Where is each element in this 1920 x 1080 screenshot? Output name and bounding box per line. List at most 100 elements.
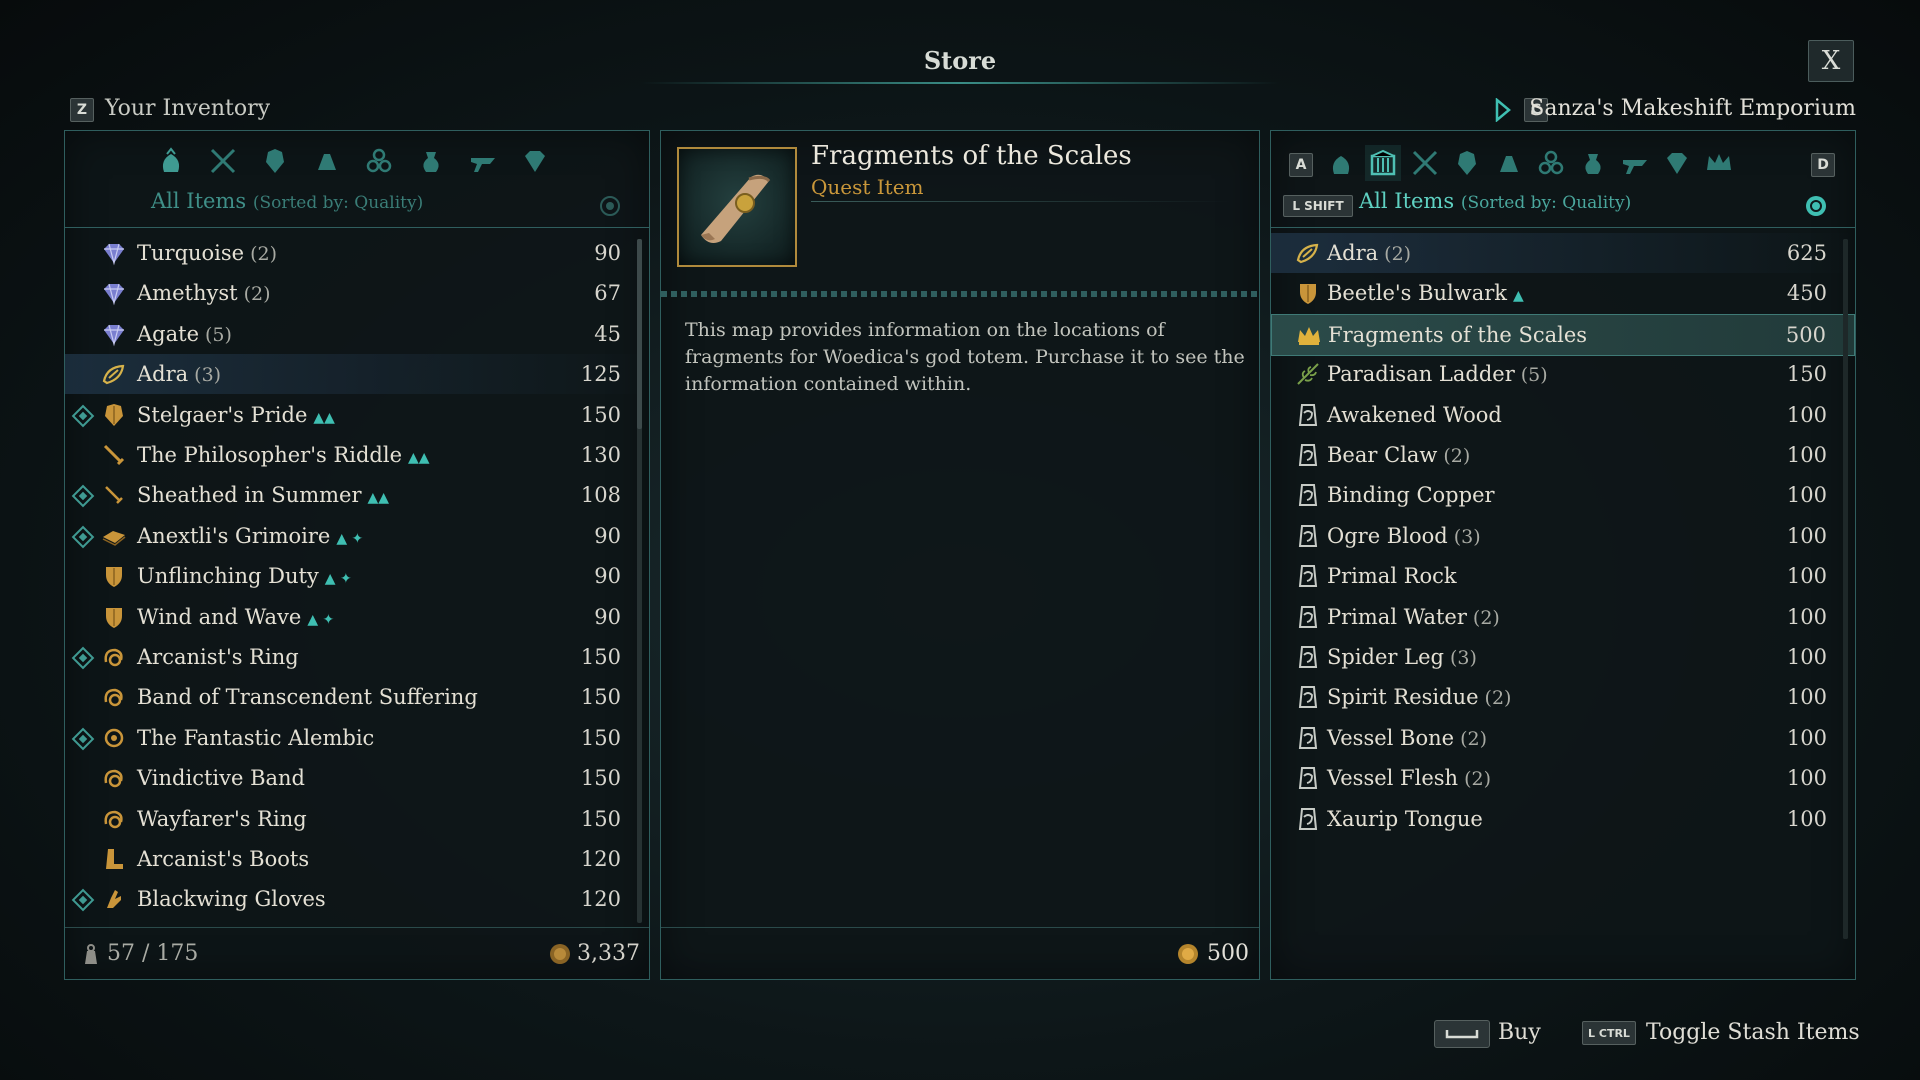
store-filter-row[interactable]: All Items (Sorted by: Quality) [1359,189,1631,213]
store-item-row[interactable]: Beetle's Bulwark ▲ 450 [1271,273,1855,313]
armor-tab-icon[interactable] [1449,145,1485,181]
item-name-text: Amethyst [137,281,238,306]
inventory-item-row[interactable]: Wayfarer's Ring 150 [65,799,649,839]
inventory-item-row[interactable]: Vindictive Band 150 [65,758,649,798]
store-item-row[interactable]: Vessel Flesh (2) 100 [1271,758,1855,798]
weapons-tab-icon[interactable] [205,143,241,179]
inventory-item-row[interactable]: Wind and Wave ▲ ✦ 90 [65,597,649,637]
store-scrollbar[interactable] [1843,239,1848,939]
inventory-item-row[interactable]: Adra (3) 125 [65,354,649,395]
inventory-item-row[interactable]: Unflinching Duty ▲ ✦ 90 [65,556,649,596]
enchantment-pips: ▲ [1513,288,1524,305]
inventory-item-row[interactable]: Turquoise (2) 90 [65,233,649,273]
prev-category-key[interactable]: A [1289,153,1313,177]
store-item-row[interactable]: Paradisan Ladder (5) 150 [1271,354,1855,394]
item-name: Arcanist's Ring [137,645,299,669]
item-price: 100 [1786,564,1827,589]
quest-items-tab-icon[interactable] [1365,145,1401,181]
store-item-row[interactable]: Primal Rock 100 [1271,556,1855,596]
merchant-name: Sanza's Makeshift Emporium [1529,96,1856,121]
inventory-options-icon[interactable] [599,195,621,221]
crown-tab-icon[interactable] [1701,145,1737,181]
inventory-item-row[interactable]: Blackwing Gloves 120 [65,879,649,919]
enchantment-pips: ▲ ✦ [307,611,335,628]
store-options-icon[interactable] [1805,195,1827,221]
item-name: Adra (3) [137,362,221,386]
inventory-sort-label: (Sorted by: Quality) [252,193,424,213]
close-button[interactable]: X [1808,40,1854,82]
panel-divider [1271,227,1855,228]
inventory-item-row[interactable]: Band of Transcendent Suffering 150 [65,677,649,717]
clothing-tab-icon[interactable] [309,143,345,179]
item-name: Vindictive Band [137,766,305,790]
inventory-item-row[interactable]: The Philosopher's Riddle ▲▲ 130 [65,435,649,475]
buy-button[interactable]: Buy [1498,1020,1541,1045]
inventory-item-row[interactable]: The Fantastic Alembic 150 [65,718,649,758]
item-name: Sheathed in Summer ▲▲ [137,483,389,507]
store-item-row[interactable]: Spirit Residue (2) 100 [1271,677,1855,717]
inventory-item-row[interactable]: Arcanist's Ring 150 [65,637,649,677]
weapons-tab-icon[interactable] [1407,145,1443,181]
gem-icon [99,319,129,349]
store-title: Store [923,46,997,75]
item-name-text: Arcanist's Ring [137,645,299,669]
inventory-item-row[interactable]: Agate (5) 45 [65,314,649,354]
ingredient-icon [1293,440,1323,470]
item-name: Primal Water (2) [1327,605,1500,629]
accessories-tab-icon[interactable] [1533,145,1569,181]
store-category-tabs [1323,145,1737,181]
item-price: 100 [1786,645,1827,669]
armor-tab-icon[interactable] [257,143,293,179]
item-name: Binding Copper [1327,483,1495,507]
item-quantity: (2) [1460,727,1487,750]
store-item-row[interactable]: Spider Leg (3) 100 [1271,637,1855,677]
gems-tab-icon[interactable] [517,143,553,179]
store-item-row[interactable]: Fragments of the Scales 500 [1271,313,1855,356]
inventory-item-row[interactable]: Arcanist's Boots 120 [65,839,649,879]
item-name-text: Arcanist's Boots [137,847,310,871]
item-price: 90 [594,241,621,265]
item-quantity: (2) [1472,606,1500,629]
store-item-row[interactable]: Ogre Blood (3) 100 [1271,516,1855,556]
store-item-row[interactable]: Primal Water (2) 100 [1271,597,1855,637]
consumables-tab-icon[interactable] [1575,145,1611,181]
item-name: Arcanist's Boots [137,847,309,871]
clothing-tab-icon[interactable] [1491,145,1527,181]
item-quantity: (2) [1443,445,1471,467]
item-price: 100 [1786,725,1827,750]
inventory-scrollbar[interactable] [637,239,642,923]
space-key-hint [1434,1020,1490,1048]
inventory-filter-row[interactable]: All Items (Sorted by: Quality) [151,189,423,213]
inventory-item-row[interactable]: Anextli's Grimoire ▲ ✦ 90 [65,516,649,556]
store-item-row[interactable]: Adra (2) 625 [1271,233,1855,273]
inventory-item-row[interactable]: Sheathed in Summer ▲▲ 108 [65,475,649,515]
new-item-marker-icon [71,404,95,427]
store-prev-arrow-icon[interactable] [1494,97,1512,126]
item-price: 100 [1786,604,1827,629]
new-item-marker-icon [71,485,95,508]
accessories-tab-icon[interactable] [361,143,397,179]
all-items-tab-icon[interactable] [1323,145,1359,181]
item-name-text: Fragments of the Scales [1328,322,1588,347]
gem-icon [99,238,129,268]
ring-icon [99,763,129,793]
title-underline [640,82,1280,84]
item-price: 150 [580,685,621,710]
store-item-row[interactable]: Xaurip Tongue 100 [1271,799,1855,839]
crafting-tab-icon[interactable] [465,143,501,179]
inventory-item-row[interactable]: Stelgaer's Pride ▲▲ 150 [65,395,649,435]
coin-icon [549,943,571,969]
store-item-row[interactable]: Vessel Bone (2) 100 [1271,718,1855,758]
toggle-stash-button[interactable]: Toggle Stash Items [1646,1020,1860,1045]
item-name: Adra (2) [1327,241,1411,265]
consumables-tab-icon[interactable] [413,143,449,179]
store-item-row[interactable]: Bear Claw (2) 100 [1271,435,1855,475]
inventory-item-row[interactable]: Amethyst (2) 67 [65,273,649,313]
gems-tab-icon[interactable] [1659,145,1695,181]
store-item-row[interactable]: Awakened Wood 100 [1271,395,1855,435]
next-category-key[interactable]: D [1811,153,1835,177]
crafting-tab-icon[interactable] [1617,145,1653,181]
store-item-row[interactable]: Binding Copper 100 [1271,475,1855,515]
ingredient-icon [1293,400,1323,430]
all-items-tab-icon[interactable] [153,143,189,179]
